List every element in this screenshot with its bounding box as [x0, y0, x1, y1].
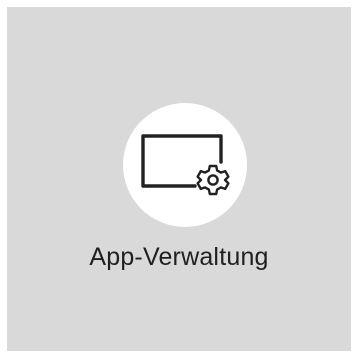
app-management-button[interactable]	[123, 103, 247, 227]
app-tile[interactable]: App-Verwaltung	[7, 7, 351, 351]
screen-gear-icon	[141, 134, 230, 196]
app-label: App-Verwaltung	[89, 243, 269, 271]
